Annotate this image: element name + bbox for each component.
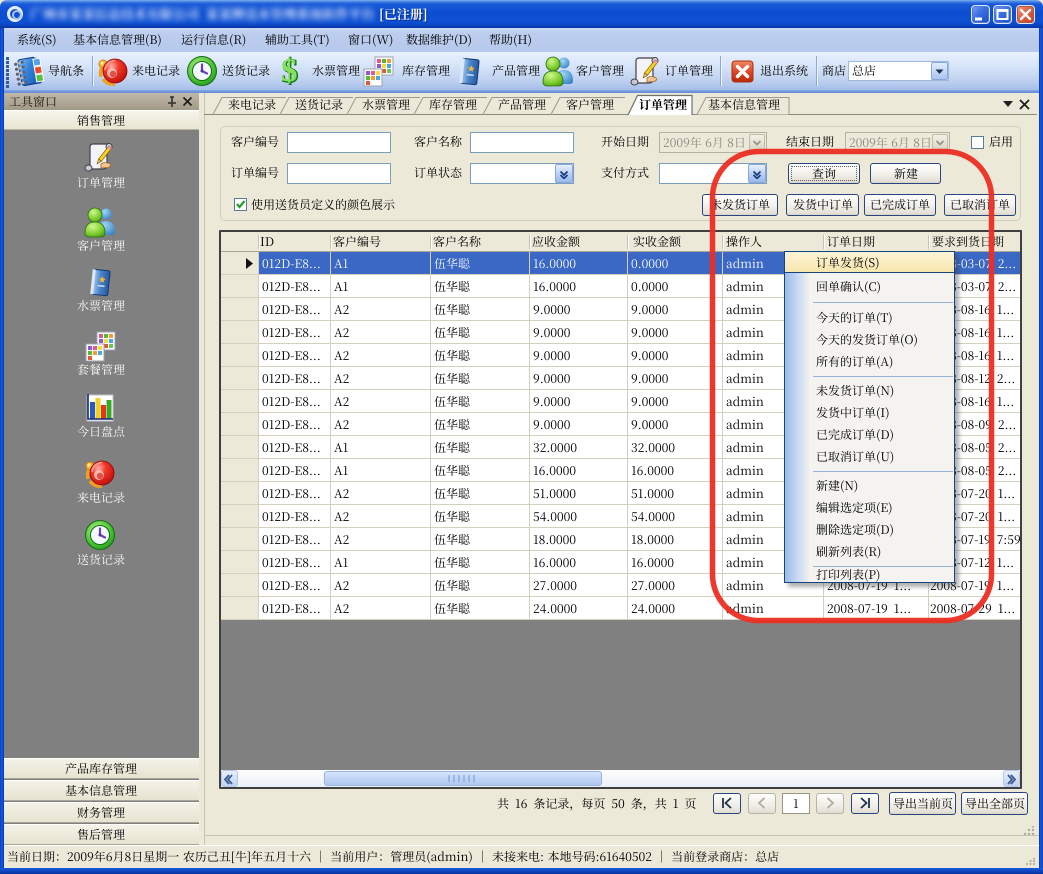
svg-text:$: $ xyxy=(281,55,298,87)
